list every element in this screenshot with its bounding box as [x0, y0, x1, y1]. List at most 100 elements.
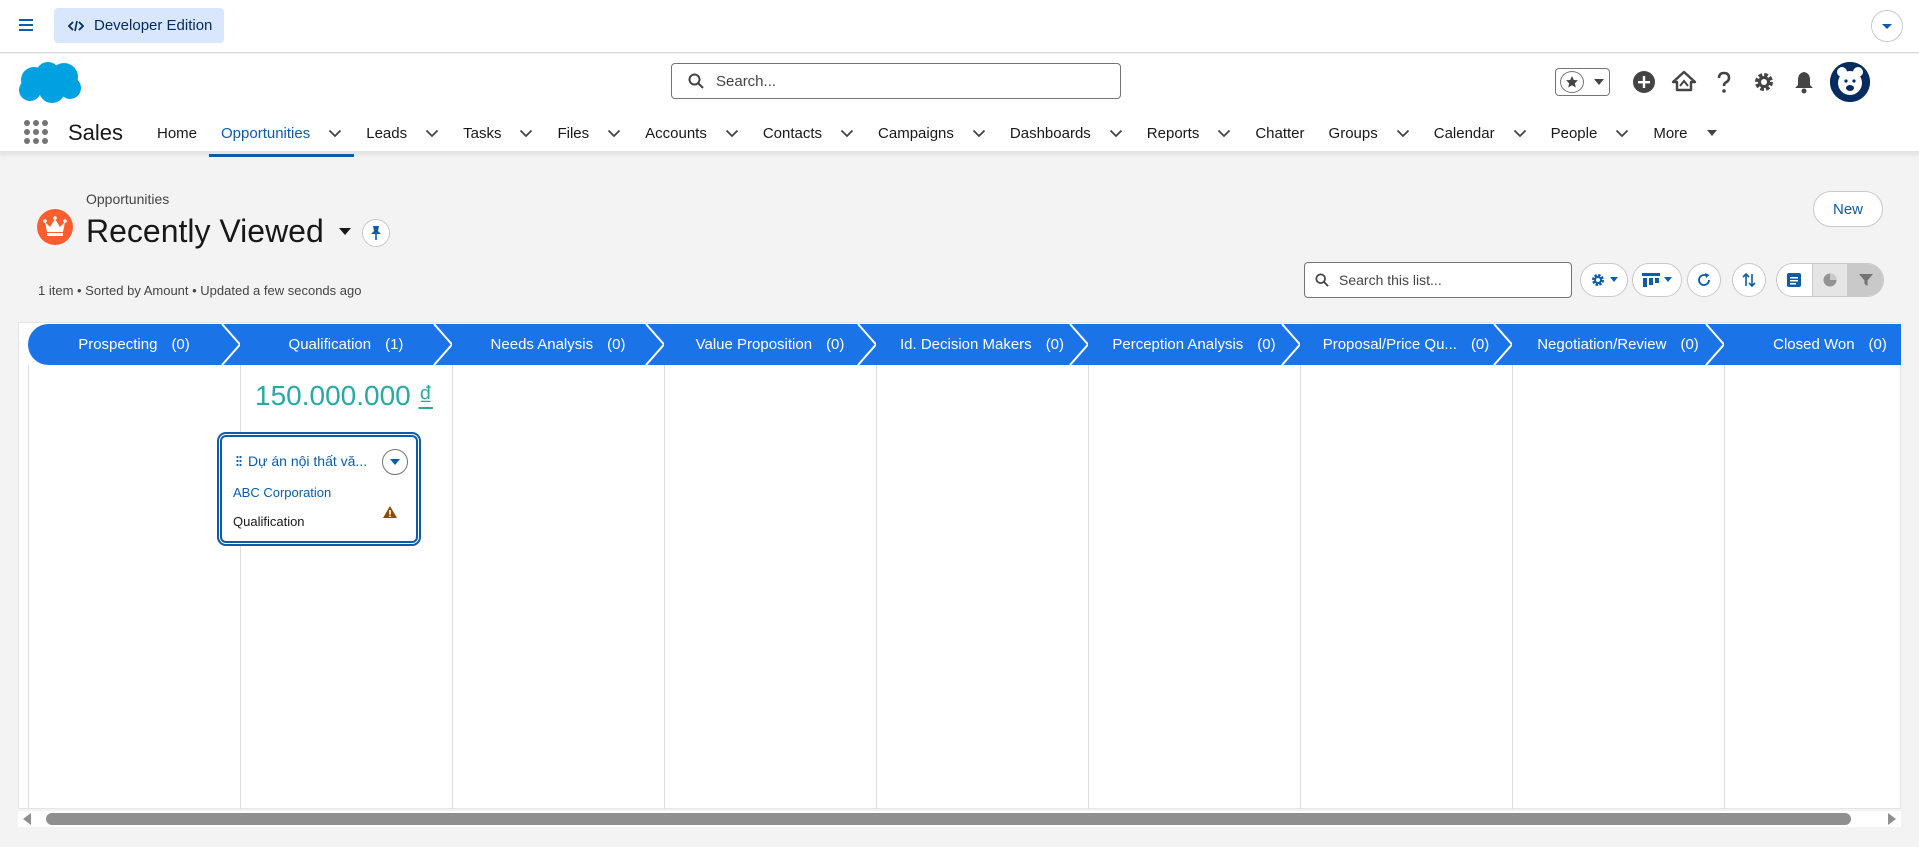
global-actions-plus-icon[interactable]	[1624, 62, 1664, 102]
notifications-bell-icon[interactable]	[1784, 62, 1824, 102]
nav-item-leads[interactable]: Leads	[354, 112, 451, 154]
opportunity-crown-icon	[37, 209, 73, 245]
favorites-dropdown-icon[interactable]	[1593, 77, 1605, 87]
refresh-icon	[1696, 272, 1712, 288]
list-search-field[interactable]	[1339, 272, 1559, 288]
stage-header-value-proposition[interactable]: Value Proposition (0)	[664, 324, 878, 365]
developer-edition-badge[interactable]: Developer Edition	[54, 8, 224, 43]
view-toggle-group	[1776, 263, 1884, 297]
refresh-button[interactable]	[1687, 263, 1721, 297]
stage-header-negotiation-review[interactable]: Negotiation/Review (0)	[1512, 324, 1726, 365]
display-as-button[interactable]	[1632, 263, 1682, 297]
stage-header-id-decision-makers[interactable]: Id. Decision Makers (0)	[876, 324, 1090, 365]
card-title-link[interactable]: Dự án nội thất vă...	[236, 453, 367, 469]
scroll-right-arrow-icon[interactable]	[1887, 813, 1897, 825]
caret-down-icon	[1664, 277, 1672, 283]
stage-header-prospecting[interactable]: Prospecting (0)	[28, 324, 242, 365]
nav-item-reports[interactable]: Reports	[1135, 112, 1244, 154]
nav-item-files[interactable]: Files	[545, 112, 633, 154]
chevron-down-icon[interactable]	[1109, 129, 1123, 138]
favorites-button-group[interactable]	[1555, 68, 1610, 96]
app-launcher-icon[interactable]	[24, 120, 48, 144]
stage-chevron-separator	[644, 324, 666, 365]
chevron-down-icon[interactable]	[1396, 129, 1410, 138]
star-icon[interactable]	[1560, 71, 1584, 93]
scroll-left-arrow-icon[interactable]	[22, 813, 32, 825]
caret-down-icon[interactable]	[338, 227, 352, 237]
pin-list-view-button[interactable]	[362, 219, 390, 247]
kanban-column-id-decision-makers	[876, 365, 1088, 809]
stage-name: Perception Analysis	[1112, 336, 1244, 353]
chevron-down-icon[interactable]	[725, 129, 739, 138]
setup-dropdown-button[interactable]	[1871, 10, 1903, 42]
chevron-down-icon[interactable]	[1615, 129, 1629, 138]
pie-chart-icon	[1822, 272, 1838, 288]
nav-item-calendar[interactable]: Calendar	[1422, 112, 1539, 154]
chevron-down-icon[interactable]	[607, 129, 621, 138]
search-icon	[688, 73, 704, 89]
list-view-selector[interactable]: Recently Viewed	[86, 213, 352, 250]
list-view-header: Opportunities Recently Viewed New 1 item…	[0, 157, 1919, 307]
charts-view-button[interactable]	[1812, 264, 1849, 296]
horizontal-scrollbar[interactable]	[18, 811, 1901, 827]
nav-item-opportunities[interactable]: Opportunities	[209, 112, 355, 157]
drag-handle-icon[interactable]	[236, 455, 242, 467]
chevron-down-icon[interactable]	[519, 129, 533, 138]
trailhead-guidance-icon[interactable]	[1664, 62, 1704, 102]
warning-icon[interactable]	[382, 505, 398, 519]
nav-item-label: Campaigns	[878, 124, 954, 142]
nav-item-home[interactable]: Home	[145, 112, 209, 154]
nav-item-chatter[interactable]: Chatter	[1243, 112, 1316, 154]
nav-item-campaigns[interactable]: Campaigns	[866, 112, 998, 154]
stage-chevron-separator	[1492, 324, 1514, 365]
help-icon[interactable]	[1704, 62, 1744, 102]
stage-header-proposal-price-qu[interactable]: Proposal/Price Qu... (0)	[1300, 324, 1514, 365]
nav-item-label: Groups	[1328, 124, 1378, 142]
nav-item-contacts[interactable]: Contacts	[751, 112, 866, 154]
list-search-input[interactable]	[1304, 262, 1572, 298]
filters-button[interactable]	[1848, 264, 1883, 296]
scrollbar-thumb[interactable]	[46, 813, 1851, 825]
card-account-link[interactable]: ABC Corporation	[233, 485, 331, 500]
chevron-down-icon[interactable]	[1217, 129, 1231, 138]
nav-item-accounts[interactable]: Accounts	[633, 112, 751, 154]
opportunity-card[interactable]: Dự án nội thất vă... ABC Corporation Qua…	[220, 435, 418, 543]
nav-item-label: Dashboards	[1009, 124, 1091, 142]
nav-item-tasks[interactable]: Tasks	[451, 112, 545, 154]
global-header	[0, 54, 1919, 112]
chevron-down-icon[interactable]	[1706, 129, 1718, 137]
chevron-down-icon[interactable]	[328, 129, 342, 138]
nav-item-label: Leads	[366, 124, 408, 142]
global-search-input[interactable]	[671, 63, 1121, 99]
nav-item-more[interactable]: More	[1641, 112, 1729, 154]
stage-header-perception-analysis[interactable]: Perception Analysis (0)	[1088, 324, 1302, 365]
kanban-columns: 150.000.000 ₫	[28, 365, 1919, 809]
global-search-field[interactable]	[716, 72, 1096, 90]
hamburger-menu-icon[interactable]	[16, 14, 38, 36]
new-button[interactable]: New	[1813, 191, 1883, 227]
nav-item-label: Home	[157, 124, 198, 142]
user-avatar[interactable]	[1830, 62, 1870, 102]
nav-item-groups[interactable]: Groups	[1317, 112, 1422, 154]
salesforce-logo[interactable]	[16, 60, 82, 106]
stage-header-needs-analysis[interactable]: Needs Analysis (0)	[452, 324, 666, 365]
chevron-down-icon[interactable]	[840, 129, 854, 138]
utility-bar: Developer Edition	[0, 0, 1919, 53]
stage-chevron-separator	[220, 324, 242, 365]
stage-header-closed-won[interactable]: Closed Won (0)	[1724, 324, 1901, 365]
breadcrumb: Opportunities	[86, 191, 170, 207]
nav-item-people[interactable]: People	[1539, 112, 1642, 154]
card-actions-dropdown[interactable]	[382, 449, 408, 475]
card-title: Dự án nội thất vă...	[248, 453, 368, 469]
setup-gear-icon[interactable]	[1744, 62, 1784, 102]
stage-count: (0)	[1470, 336, 1490, 353]
list-view-controls-button[interactable]	[1580, 263, 1628, 297]
chevron-down-icon[interactable]	[1513, 129, 1527, 138]
stage-count: (0)	[1045, 336, 1065, 353]
chevron-down-icon[interactable]	[972, 129, 986, 138]
nav-item-dashboards[interactable]: Dashboards	[998, 112, 1135, 154]
stage-header-qualification[interactable]: Qualification (1)	[240, 324, 454, 365]
chevron-down-icon[interactable]	[425, 129, 439, 138]
details-view-button[interactable]	[1777, 264, 1813, 296]
sort-button[interactable]	[1732, 263, 1766, 297]
